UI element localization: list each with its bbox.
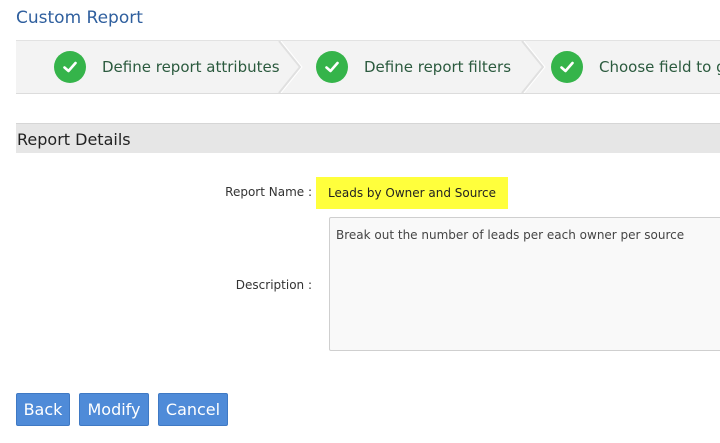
section-header: Report Details <box>16 123 720 153</box>
wizard-step-label: Define report filters <box>364 58 512 76</box>
check-icon <box>316 51 348 83</box>
cancel-button[interactable]: Cancel <box>158 393 228 426</box>
check-icon <box>551 51 583 83</box>
wizard-step-filters: Define report filters <box>316 41 511 93</box>
description-field[interactable]: Break out the number of leads per each o… <box>329 217 720 351</box>
check-icon <box>54 51 86 83</box>
description-label: Description : <box>235 278 312 292</box>
wizard-steps: Define report attributes Define report f… <box>16 40 720 94</box>
wizard-step-attributes: Define report attributes <box>54 41 280 93</box>
wizard-step-label: Define report attributes <box>102 58 280 76</box>
report-name-value: Leads by Owner and Source <box>316 177 508 209</box>
back-button[interactable]: Back <box>16 393 70 426</box>
step-separator <box>521 41 546 93</box>
page-title: Custom Report <box>16 8 143 28</box>
wizard-step-label: Choose field to g <box>599 58 720 76</box>
report-name-label: Report Name : <box>225 185 312 199</box>
step-separator <box>278 41 303 93</box>
wizard-step-grouping: Choose field to g <box>551 41 720 93</box>
section-title: Report Details <box>17 130 131 149</box>
modify-button[interactable]: Modify <box>79 393 149 426</box>
